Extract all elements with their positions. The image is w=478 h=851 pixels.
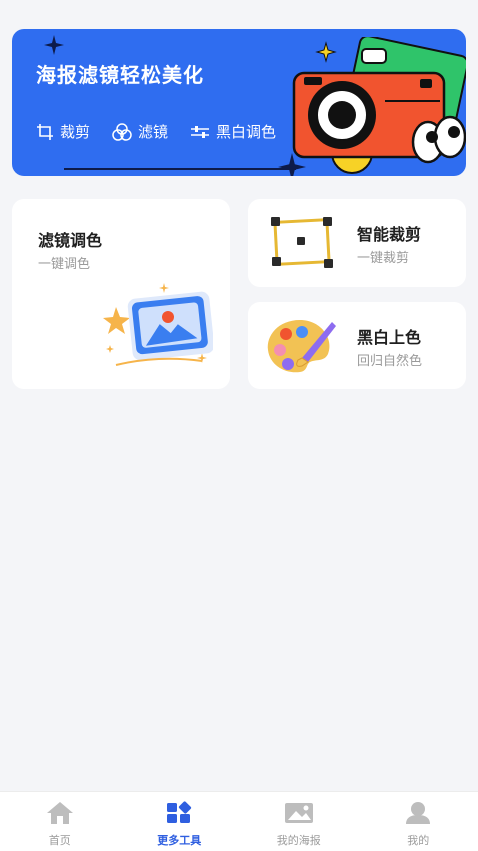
smart-crop-card[interactable]: 智能裁剪 一键裁剪	[248, 199, 466, 287]
banner-tool-label: 裁剪	[60, 121, 90, 142]
crop-icon	[36, 123, 54, 141]
banner-tool-label: 滤镜	[138, 121, 168, 142]
palette-icon	[264, 314, 340, 378]
tab-mine[interactable]: 我的	[359, 792, 478, 851]
tab-my-posters[interactable]: 我的海报	[239, 792, 359, 851]
user-icon	[404, 801, 432, 825]
colorize-card[interactable]: 黑白上色 回归自然色	[248, 302, 466, 389]
card-subtitle: 一键调色	[38, 253, 90, 272]
grid-tools-icon	[165, 801, 193, 825]
crop-frame-icon	[268, 215, 334, 271]
image-icon	[284, 801, 314, 825]
banner-tools: 裁剪 滤镜 黑白调色	[36, 121, 276, 142]
banner-tool-bw[interactable]: 黑白调色	[190, 121, 276, 142]
tab-home[interactable]: 首页	[0, 792, 120, 851]
card-title: 智能裁剪	[357, 221, 421, 245]
card-subtitle: 回归自然色	[357, 350, 422, 369]
sliders-icon	[190, 123, 210, 141]
card-title: 滤镜调色	[38, 227, 102, 251]
tab-more-tools[interactable]: 更多工具	[120, 792, 240, 851]
hero-banner[interactable]: 海报滤镜轻松美化 裁剪 滤镜 黑白调色	[12, 29, 466, 176]
banner-tool-label: 黑白调色	[216, 121, 276, 142]
sparkle-icon	[44, 35, 64, 55]
card-title: 黑白上色	[357, 324, 421, 348]
tab-label: 更多工具	[120, 832, 240, 848]
banner-tool-filter[interactable]: 滤镜	[112, 121, 168, 142]
tab-label: 我的海报	[239, 832, 359, 848]
banner-divider	[64, 168, 296, 170]
picture-frame-icon	[98, 277, 213, 377]
banner-tool-crop[interactable]: 裁剪	[36, 121, 90, 142]
card-subtitle: 一键裁剪	[357, 247, 409, 266]
filter-card[interactable]: 滤镜调色 一键调色	[12, 199, 230, 389]
banner-title: 海报滤镜轻松美化	[36, 59, 204, 88]
bottom-tab-bar: 首页 更多工具 我的海报 我的	[0, 791, 478, 851]
tab-label: 我的	[359, 832, 478, 848]
home-icon	[46, 801, 74, 825]
filter-icon	[112, 123, 132, 141]
camera-illustration-icon	[290, 37, 466, 176]
tab-label: 首页	[0, 832, 120, 848]
